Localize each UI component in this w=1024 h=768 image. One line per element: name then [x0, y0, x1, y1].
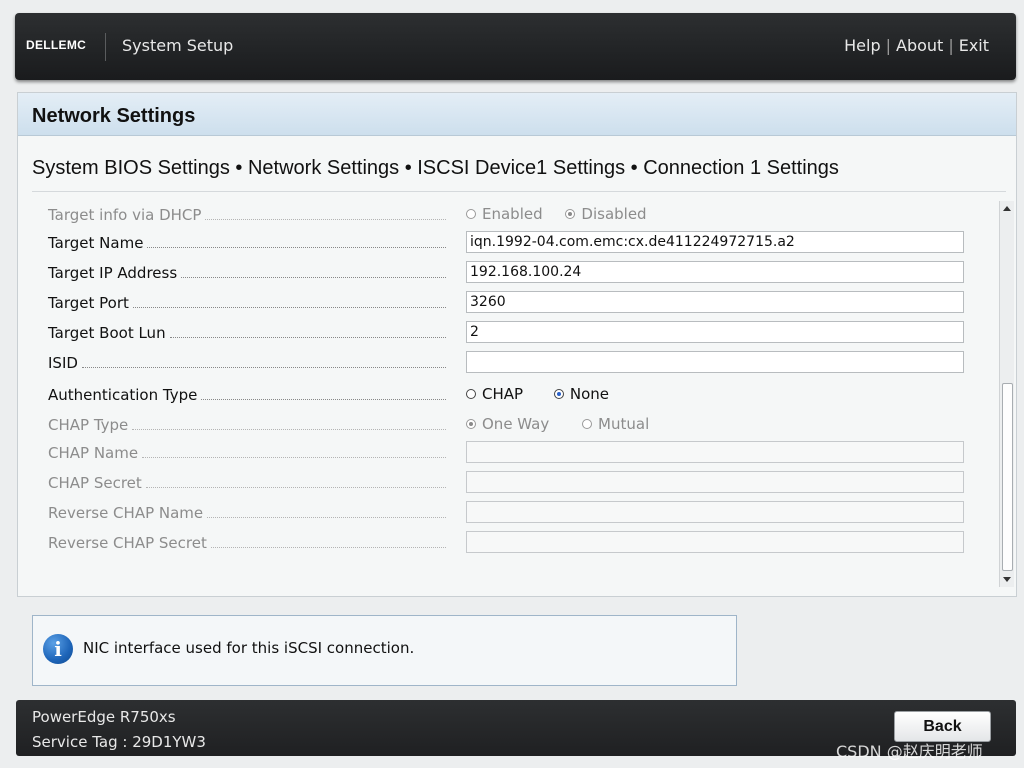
field-label: Target Boot Lun — [48, 324, 166, 342]
row-target-info-dhcp: Target info via DHCP Enabled Disabled — [48, 203, 968, 227]
link-separator: | — [948, 36, 954, 55]
radio-none[interactable]: None — [553, 385, 609, 403]
vertical-scrollbar[interactable] — [999, 201, 1014, 587]
radio-enabled[interactable]: Enabled — [466, 205, 543, 223]
field-label: Target Port — [48, 294, 129, 312]
target-name-input[interactable]: iqn.1992-04.com.emc:cx.de411224972715.a2 — [466, 231, 964, 253]
field-label: Reverse CHAP Name — [48, 504, 204, 522]
help-link[interactable]: Help — [844, 36, 880, 55]
radio-button-icon — [565, 209, 576, 219]
field-label: Target IP Address — [48, 264, 178, 282]
panel-header: Network Settings — [18, 93, 1016, 136]
auth-type-radio-group: CHAP None — [466, 385, 627, 403]
page-title: Network Settings — [32, 105, 196, 127]
dell-emc-logo: DELLEMC — [26, 38, 87, 52]
target-port-input[interactable]: 3260 — [466, 291, 964, 313]
field-label: CHAP Name — [48, 444, 139, 462]
chap-secret-input[interactable] — [466, 471, 964, 493]
isid-input[interactable] — [466, 351, 964, 373]
radio-button-icon — [582, 419, 593, 429]
row-chap-name: CHAP Name — [48, 441, 968, 465]
field-label: CHAP Secret — [48, 474, 142, 492]
chap-type-radio-group: One Way Mutual — [466, 415, 667, 433]
about-link[interactable]: About — [896, 36, 943, 55]
reverse-chap-secret-input[interactable] — [466, 531, 964, 553]
row-chap-type: CHAP Type One Way Mutual — [48, 413, 968, 437]
radio-button-icon — [553, 389, 564, 399]
radio-mutual[interactable]: Mutual — [582, 415, 649, 433]
radio-button-icon — [466, 419, 476, 429]
link-separator: | — [885, 36, 891, 55]
row-target-ip: Target IP Address 192.168.100.24 — [48, 261, 968, 285]
breadcrumb: System BIOS Settings • Network Settings … — [32, 157, 839, 179]
field-label: Target Name — [48, 234, 144, 252]
help-info-box: i NIC interface used for this iSCSI conn… — [32, 615, 737, 686]
dhcp-radio-group: Enabled Disabled — [466, 205, 665, 223]
row-target-name: Target Name iqn.1992-04.com.emc:cx.de411… — [48, 231, 968, 255]
row-authentication-type: Authentication Type CHAP None — [48, 383, 968, 407]
target-ip-input[interactable]: 192.168.100.24 — [466, 261, 964, 283]
system-model: PowerEdge R750xs — [32, 708, 176, 726]
row-target-port: Target Port 3260 — [48, 291, 968, 315]
field-label: ISID — [48, 354, 78, 372]
row-chap-secret: CHAP Secret — [48, 471, 968, 495]
field-label: Reverse CHAP Secret — [48, 534, 207, 552]
radio-one-way[interactable]: One Way — [466, 415, 549, 433]
info-icon: i — [43, 634, 73, 664]
help-text: NIC interface used for this iSCSI connec… — [83, 639, 415, 657]
field-label: Target info via DHCP — [48, 206, 202, 224]
radio-button-icon — [466, 209, 476, 219]
watermark: CSDN @赵庆明老师 — [836, 742, 983, 761]
row-reverse-chap-name: Reverse CHAP Name — [48, 501, 968, 525]
row-reverse-chap-secret: Reverse CHAP Secret — [48, 531, 968, 555]
row-isid: ISID — [48, 351, 968, 375]
scrollbar-thumb[interactable] — [1002, 383, 1013, 571]
radio-disabled[interactable]: Disabled — [565, 205, 647, 223]
target-boot-lun-input[interactable]: 2 — [466, 321, 964, 343]
header-links: Help | About | Exit — [844, 36, 989, 55]
header-divider — [105, 33, 106, 61]
service-tag: Service Tag : 29D1YW3 — [32, 733, 206, 751]
scroll-down-arrow-icon[interactable] — [1003, 577, 1011, 582]
scroll-up-arrow-icon[interactable] — [1003, 206, 1011, 211]
radio-button-icon — [466, 389, 476, 399]
top-header-bar: DELLEMC System Setup Help | About | Exit — [15, 13, 1016, 80]
field-label: Authentication Type — [48, 386, 198, 404]
reverse-chap-name-input[interactable] — [466, 501, 964, 523]
app-title: System Setup — [122, 36, 234, 55]
settings-panel: Network Settings System BIOS Settings • … — [17, 92, 1017, 597]
radio-chap[interactable]: CHAP — [466, 385, 523, 403]
chap-name-input[interactable] — [466, 441, 964, 463]
exit-link[interactable]: Exit — [959, 36, 989, 55]
breadcrumb-divider — [32, 191, 1006, 192]
row-target-boot-lun: Target Boot Lun 2 — [48, 321, 968, 345]
field-label: CHAP Type — [48, 416, 129, 434]
